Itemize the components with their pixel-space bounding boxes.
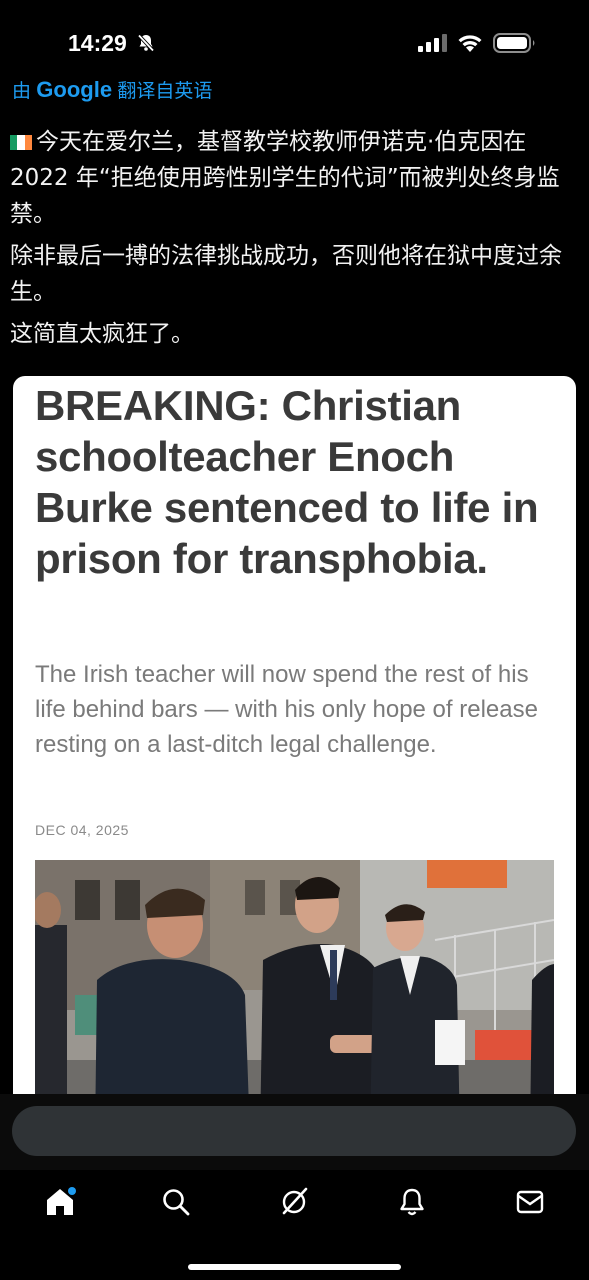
reply-input[interactable] (12, 1106, 576, 1156)
tab-search[interactable] (156, 1184, 196, 1220)
attached-image-card[interactable]: BREAKING: Christian schoolteacher Enoch … (13, 376, 576, 1136)
translated-by-google[interactable]: 由 Google 翻译自英语 (12, 76, 212, 103)
search-icon (163, 1189, 190, 1216)
tab-grok[interactable] (274, 1184, 314, 1220)
card-headline: BREAKING: Christian schoolteacher Enoch … (35, 382, 539, 582)
mail-icon (516, 1190, 544, 1214)
card-date: DEC 04, 2025 (35, 822, 129, 838)
home-indicator (188, 1264, 401, 1270)
google-logo-text: Google (36, 77, 113, 102)
tab-home[interactable] (40, 1184, 80, 1220)
status-bar: 14:29 (0, 0, 589, 82)
status-time: 14:29 (68, 30, 127, 56)
translation-prefix: 由 (12, 81, 32, 102)
post-text: 今天在爱尔兰，基督教学校教师伊诺克·伯克因在 2022 年“拒绝使用跨性别学生的… (10, 124, 576, 358)
grok-icon (282, 1187, 308, 1215)
post-paragraph: 除非最后一搏的法律挑战成功，否则他将在狱中度过余生。 (10, 243, 562, 305)
translation-suffix: 翻译自英语 (117, 81, 213, 102)
wifi-icon (458, 35, 482, 52)
post-paragraph: 今天在爱尔兰，基督教学校教师伊诺克·伯克因在 2022 年“拒绝使用跨性别学生的… (10, 124, 576, 232)
battery-icon (493, 33, 535, 53)
ireland-flag-icon (10, 125, 32, 150)
post-paragraph: 这简直太疯狂了。 (10, 321, 194, 347)
tab-notifications[interactable] (392, 1184, 432, 1220)
reply-bar (0, 1094, 589, 1170)
tab-messages[interactable] (510, 1184, 550, 1220)
bell-slash-icon (137, 34, 155, 52)
post-paragraph-text: 今天在爱尔兰，基督教学校教师伊诺克·伯克因在 2022 年“拒绝使用跨性别学生的… (10, 129, 560, 227)
home-icon (47, 1187, 76, 1215)
cellular-signal-icon (418, 34, 447, 52)
bell-icon (400, 1188, 424, 1216)
card-subheadline: The Irish teacher will now spend the res… (35, 661, 538, 758)
